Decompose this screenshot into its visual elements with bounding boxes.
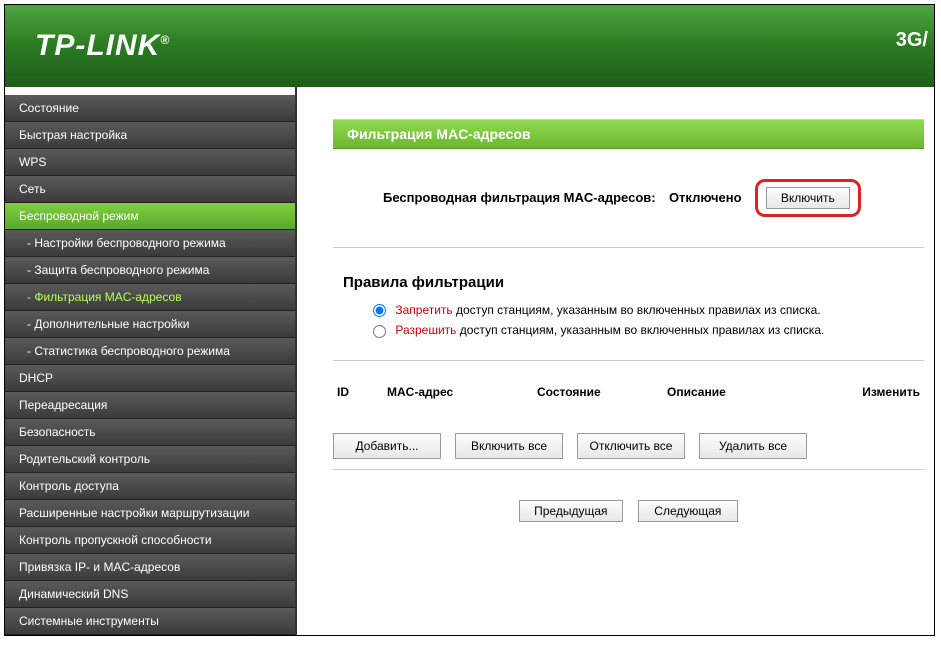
delete-all-button[interactable]: Удалить все [699, 433, 807, 459]
nav-item-16[interactable]: Контроль пропускной способности [5, 527, 295, 554]
rule-deny-radio[interactable] [373, 304, 386, 317]
col-desc: Описание [663, 379, 793, 405]
separator-2 [333, 360, 924, 361]
separator-3 [333, 469, 924, 470]
col-edit: Изменить [793, 379, 924, 405]
status-value: Отключено [669, 190, 742, 205]
rules-section: Правила фильтрации Запретить доступ стан… [333, 248, 924, 360]
col-mac: MAC-адрес [383, 379, 533, 405]
next-button[interactable]: Следующая [638, 500, 738, 522]
nav-item-12[interactable]: Безопасность [5, 419, 295, 446]
add-button[interactable]: Добавить... [333, 433, 441, 459]
nav-item-4[interactable]: Беспроводной режим [5, 203, 295, 230]
enable-button[interactable]: Включить [766, 187, 850, 209]
nav-item-8[interactable]: - Дополнительные настройки [5, 311, 295, 338]
nav-item-2[interactable]: WPS [5, 149, 295, 176]
logo-text: TP-LINK [35, 29, 160, 62]
nav-item-3[interactable]: Сеть [5, 176, 295, 203]
panel-title: Фильтрация MAC-адресов [333, 119, 924, 149]
nav-list: СостояниеБыстрая настройкаWPSСетьБеспров… [5, 95, 295, 635]
mac-table-header-row: ID MAC-адрес Состояние Описание Изменить [333, 379, 924, 405]
nav-item-0[interactable]: Состояние [5, 95, 295, 122]
content-area: Фильтрация MAC-адресов Беспроводная филь… [297, 87, 934, 635]
header-model: 3G/ [896, 29, 928, 52]
nav-item-7[interactable]: - Фильтрация MAC-адресов [5, 284, 295, 311]
nav-item-17[interactable]: Привязка IP- и MAC-адресов [5, 554, 295, 581]
nav-item-9[interactable]: - Статистика беспроводного режима [5, 338, 295, 365]
rule-deny-text: доступ станциям, указанным во включенных… [453, 303, 821, 317]
rule-allow-text: доступ станциям, указанным во включенных… [456, 323, 824, 337]
col-id: ID [333, 379, 383, 405]
disable-all-button[interactable]: Отключить все [577, 433, 685, 459]
status-label: Беспроводная фильтрация MAC-адресов: [383, 190, 656, 205]
nav-item-6[interactable]: - Защита беспроводного режима [5, 257, 295, 284]
nav-item-11[interactable]: Переадресация [5, 392, 295, 419]
rule-allow-label[interactable]: Разрешить доступ станциям, указанным во … [373, 323, 824, 337]
logo-reg: ® [160, 33, 170, 47]
rule-allow-row: Разрешить доступ станциям, указанным во … [373, 323, 914, 337]
sidebar: СостояниеБыстрая настройкаWPSСетьБеспров… [5, 87, 295, 635]
mac-table: ID MAC-адрес Состояние Описание Изменить [333, 379, 924, 405]
rules-heading: Правила фильтрации [343, 274, 914, 291]
nav-item-1[interactable]: Быстрая настройка [5, 122, 295, 149]
nav-item-10[interactable]: DHCP [5, 365, 295, 392]
enable-highlight: Включить [755, 179, 861, 217]
rule-allow-keyword: Разрешить [395, 323, 456, 337]
nav-item-5[interactable]: - Настройки беспроводного режима [5, 230, 295, 257]
rule-deny-keyword: Запретить [395, 303, 452, 317]
prev-button[interactable]: Предыдущая [519, 500, 622, 522]
nav-item-19[interactable]: Системные инструменты [5, 608, 295, 635]
col-state: Состояние [533, 379, 663, 405]
brand-logo: TP-LINK® [35, 29, 170, 63]
nav-item-15[interactable]: Расширенные настройки маршрутизации [5, 500, 295, 527]
rule-deny-row: Запретить доступ станциям, указанным во … [373, 303, 914, 317]
action-buttons: Добавить... Включить все Отключить все У… [333, 433, 924, 459]
nav-item-13[interactable]: Родительский контроль [5, 446, 295, 473]
status-row: Беспроводная фильтрация MAC-адресов: Отк… [333, 149, 924, 247]
rule-deny-label[interactable]: Запретить доступ станциям, указанным во … [373, 303, 821, 317]
rule-allow-radio[interactable] [373, 325, 386, 338]
nav-item-18[interactable]: Динамический DNS [5, 581, 295, 608]
nav-item-14[interactable]: Контроль доступа [5, 473, 295, 500]
header-banner: TP-LINK® 3G/ [5, 5, 934, 87]
enable-all-button[interactable]: Включить все [455, 433, 563, 459]
pager: Предыдущая Следующая [333, 500, 924, 522]
